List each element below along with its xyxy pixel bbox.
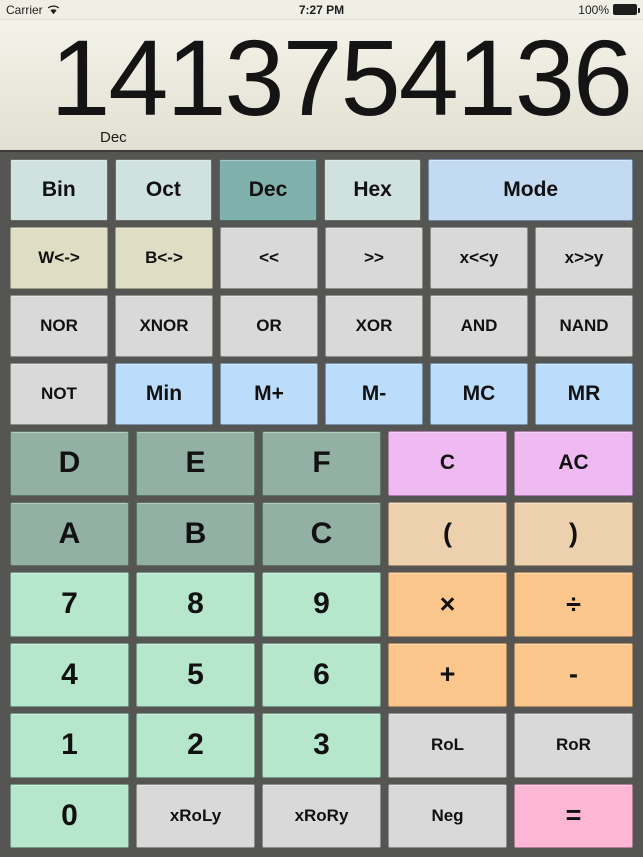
digit-a-button[interactable]: A (10, 501, 129, 566)
zero-and-equals-row: 0 xRoLy xRoRy Neg = (10, 783, 633, 848)
digit-3-button[interactable]: 3 (262, 713, 381, 778)
battery-full-icon (613, 4, 640, 15)
digit-0-button[interactable]: 0 (10, 783, 129, 848)
keypad: Bin Oct Dec Hex Mode W<-> B<-> << >> x<<y x>>y NOR X… (0, 152, 643, 857)
digit-d-button[interactable]: D (10, 431, 129, 496)
memory-add-button[interactable]: M+ (220, 363, 318, 425)
digit-6-button[interactable]: 6 (262, 642, 381, 707)
nor-button[interactable]: NOR (10, 295, 108, 357)
or-button[interactable]: OR (220, 295, 318, 357)
digit-b-button[interactable]: B (136, 501, 255, 566)
all-clear-button[interactable]: AC (514, 431, 633, 496)
logic-row: NOR XNOR OR XOR AND NAND (10, 295, 633, 357)
status-bar: Carrier 7:27 PM 100% (0, 0, 643, 20)
rotate-right-y-button[interactable]: xRoRy (262, 783, 381, 848)
shift-row: W<-> B<-> << >> x<<y x>>y (10, 227, 633, 289)
minus-button[interactable]: - (514, 642, 633, 707)
calculator-display: 1413754136 Dec (0, 20, 643, 152)
shift-left-y-button[interactable]: x<<y (430, 227, 528, 289)
battery-percent-label: 100% (578, 2, 609, 17)
rotate-left-button[interactable]: RoL (388, 713, 507, 778)
digit-4-button[interactable]: 4 (10, 642, 129, 707)
memory-clear-button[interactable]: MC (430, 363, 528, 425)
digit-1-button[interactable]: 1 (10, 713, 129, 778)
clear-button[interactable]: C (388, 431, 507, 496)
display-base-label: Dec (100, 129, 127, 146)
xnor-button[interactable]: XNOR (115, 295, 213, 357)
base-and-mode-row: Bin Oct Dec Hex Mode (10, 159, 634, 221)
digits-123-row: 1 2 3 RoL RoR (10, 713, 633, 778)
multiply-button[interactable]: × (388, 572, 507, 637)
not-button[interactable]: NOT (10, 363, 108, 425)
equals-button[interactable]: = (514, 783, 633, 848)
status-bar-time: 7:27 PM (298, 2, 345, 17)
digit-e-button[interactable]: E (136, 431, 255, 496)
digit-c-button[interactable]: C (262, 501, 381, 566)
shift-left-button[interactable]: << (220, 227, 318, 289)
divide-button[interactable]: ÷ (514, 572, 633, 637)
calculator-app: Carrier 7:27 PM 100% 1413754136 Dec Bin O… (0, 0, 643, 857)
digit-5-button[interactable]: 5 (136, 642, 255, 707)
base-oct-button[interactable]: Oct (114, 159, 213, 221)
status-bar-right: 100% (578, 2, 640, 17)
and-button[interactable]: AND (430, 295, 528, 357)
base-bin-button[interactable]: Bin (10, 159, 108, 221)
memory-row: NOT Min M+ M- MC MR (10, 363, 633, 425)
wifi-icon (47, 4, 60, 15)
base-dec-button[interactable]: Dec (219, 159, 317, 221)
status-bar-left: Carrier (6, 3, 60, 17)
left-paren-button[interactable]: ( (388, 501, 507, 566)
rotate-right-button[interactable]: RoR (514, 713, 633, 778)
negate-button[interactable]: Neg (388, 783, 507, 848)
plus-button[interactable]: + (388, 642, 507, 707)
byte-swap-button[interactable]: B<-> (115, 227, 213, 289)
xor-button[interactable]: XOR (325, 295, 423, 357)
digit-9-button[interactable]: 9 (262, 572, 381, 637)
digits-456-row: 4 5 6 + - (10, 642, 633, 707)
memory-recall-button[interactable]: MR (535, 363, 633, 425)
digit-2-button[interactable]: 2 (136, 713, 255, 778)
memory-sub-button[interactable]: M- (325, 363, 423, 425)
shift-right-y-button[interactable]: x>>y (535, 227, 633, 289)
display-value: 1413754136 (50, 20, 633, 138)
nand-button[interactable]: NAND (535, 295, 633, 357)
right-paren-button[interactable]: ) (514, 501, 633, 566)
word-swap-button[interactable]: W<-> (10, 227, 108, 289)
carrier-label: Carrier (6, 2, 43, 17)
digit-7-button[interactable]: 7 (10, 572, 129, 637)
memory-in-button[interactable]: Min (115, 363, 213, 425)
mode-button[interactable]: Mode (428, 159, 634, 221)
digit-f-button[interactable]: F (262, 431, 381, 496)
hex-def-clear-row: D E F C AC (10, 431, 633, 496)
base-hex-button[interactable]: Hex (323, 159, 422, 221)
shift-right-button[interactable]: >> (325, 227, 423, 289)
hex-abc-paren-row: A B C() (10, 501, 633, 566)
digit-8-button[interactable]: 8 (136, 572, 255, 637)
rotate-left-y-button[interactable]: xRoLy (136, 783, 255, 848)
digits-789-row: 7 8 9 × ÷ (10, 572, 633, 637)
